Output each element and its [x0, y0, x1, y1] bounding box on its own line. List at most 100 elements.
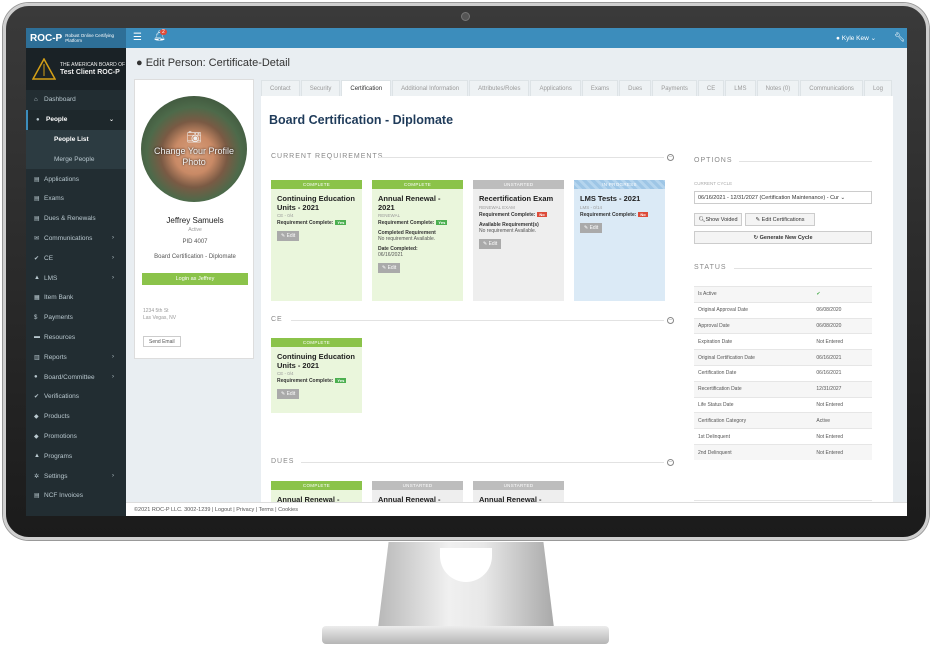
sidebar-item-dues-renewals[interactable]: ▤ Dues & Renewals [26, 209, 126, 229]
hamburger-menu-icon[interactable]: ☰ [133, 32, 142, 43]
tag-icon: ◆ [34, 433, 39, 440]
user-menu[interactable]: ● Kyle Kew ⌄ [836, 34, 876, 42]
cube-icon: ◆ [34, 414, 39, 421]
logo-text: ROC-P [30, 32, 63, 44]
sidebar-item-promotions[interactable]: ◆ Promotions [26, 427, 126, 447]
sidebar-item-applications[interactable]: ▤ Applications [26, 169, 126, 189]
status-field-value: ✔ [812, 286, 872, 303]
status-field-value: Not Entered [812, 443, 872, 461]
requirement-type: RENEWAL EXAM [479, 204, 515, 210]
generate-cycle-button[interactable]: ↻ Generate New Cycle [694, 231, 872, 244]
tab-contact[interactable]: Contact [261, 80, 300, 96]
cap-icon: ▲ [34, 275, 40, 282]
edit-button[interactable]: ✎ Edit [277, 231, 300, 241]
sidebar-item-communications[interactable]: ✉ Communications › [26, 229, 126, 249]
sidebar-item-verifications[interactable]: ✔ Verifications [26, 387, 126, 407]
collapse-icon[interactable]: – [667, 154, 674, 161]
sidebar-item-resources[interactable]: ▬ Resources [26, 328, 126, 348]
sidebar-item-label: CE [44, 254, 54, 262]
tab-log[interactable]: Log [863, 80, 892, 96]
sidebar-item-label: Programs [44, 452, 73, 460]
send-email-button[interactable]: Send Email [143, 336, 181, 347]
no-badge: No [638, 211, 648, 217]
sidebar-item-dashboard[interactable]: ⌂ Dashboard [26, 90, 126, 110]
sidebar-item-people-list[interactable]: People List [26, 129, 126, 150]
requirement-status-badge: COMPLETE [271, 481, 362, 490]
certification-panel: Board Certification - Diplomate CURRENT … [261, 96, 893, 516]
tab-additional-information[interactable]: Additional Information [392, 80, 469, 96]
tab-notes-0-[interactable]: Notes (0) [756, 80, 800, 96]
notifications-bell-icon[interactable]: 🔔︎ 2 [153, 29, 167, 42]
requirement-type: RENEWAL [378, 213, 401, 218]
tab-dues[interactable]: Dues [619, 80, 652, 96]
tab-lms[interactable]: LMS [725, 80, 756, 96]
edit-button[interactable]: ✎ Edit [277, 389, 300, 399]
tab-attributes-roles[interactable]: Attributes/Roles [469, 80, 530, 96]
tab-payments[interactable]: Payments [652, 80, 697, 96]
status-field-value: Active [812, 412, 872, 429]
collapse-icon[interactable]: – [667, 317, 674, 324]
sidebar-item-ncf-invoices[interactable]: ▤ NCF Invoices [26, 486, 126, 506]
cap-icon: ▲ [34, 453, 40, 460]
requirement-complete-label: Requirement Complete: Yes [378, 220, 457, 226]
sidebar-item-programs[interactable]: ▲ Programs [26, 446, 126, 466]
edit-label: Edit [286, 233, 296, 239]
org-name: THE AMERICAN BOARD OF Test Client ROC-P [60, 62, 125, 76]
tab-exams[interactable]: Exams [581, 80, 619, 96]
sidebar-item-exams[interactable]: ▤ Exams [26, 189, 126, 209]
requirement-status-badge: COMPLETE [372, 180, 463, 189]
sidebar-item-lms[interactable]: ▲ LMS › [26, 268, 126, 288]
bank-icon: ▦ [34, 295, 40, 302]
tab-communications[interactable]: Communications [800, 80, 863, 96]
no-badge: No [537, 211, 547, 217]
requirement-status-badge: UNSTARTED [473, 180, 564, 189]
user-name: Kyle Kew [841, 35, 869, 42]
person-status: Active [188, 227, 202, 233]
sidebar-item-board-committee[interactable]: ● Board/Committee › [26, 367, 126, 387]
sidebar-item-products[interactable]: ◆ Products [26, 407, 126, 427]
status-field-value: Not Entered [812, 428, 872, 445]
tab-applications[interactable]: Applications [530, 80, 581, 96]
file-icon: ▤ [34, 176, 40, 183]
wrench-icon[interactable]: 🔧︎ [894, 32, 905, 43]
requirement-name: Annual Renewal - 2021 [378, 194, 441, 212]
requirement-name: Continuing Education Units - 2021 [277, 352, 355, 370]
section-current-requirements: CURRENT REQUIREMENTS [271, 153, 384, 160]
edit-button[interactable]: ✎ Edit [479, 238, 502, 249]
edit-label: Edit [387, 265, 397, 271]
requirement-type: CE - 0/4 [277, 371, 294, 376]
divider [291, 320, 664, 321]
status-field-value: 06/08/2020 [812, 317, 872, 334]
yes-badge: Yes [335, 378, 347, 383]
sidebar-item-settings[interactable]: ✲ Settings › [26, 466, 126, 486]
tab-certification[interactable]: Certification [341, 80, 392, 96]
org-logo-icon [32, 58, 56, 80]
sidebar-item-reports[interactable]: ▥ Reports › [26, 347, 126, 367]
webcam [461, 12, 470, 21]
cycle-select[interactable]: 06/16/2021 - 12/31/2027 (Certification M… [694, 191, 872, 204]
status-row: 2nd Delinquent Not Entered [694, 443, 872, 461]
sidebar-item-label: Settings [44, 472, 68, 480]
login-as-button[interactable]: Login as Jeffrey [142, 273, 248, 285]
sidebar-item-people[interactable]: ● People ⌄ [26, 109, 126, 130]
collapse-icon[interactable]: – [667, 459, 674, 466]
show-voided-button[interactable]: 🔍︎Show Voided [694, 213, 742, 226]
requirement-body: Recertification Exam RENEWAL EXAM Requirem… [473, 189, 564, 301]
sidebar-item-merge-people[interactable]: Merge People [26, 149, 126, 170]
status-table: Is Active ✔ Original Approval Date 06/08/20… [694, 286, 872, 461]
divider [379, 157, 664, 158]
sidebar-item-ce[interactable]: ✔ CE › [26, 248, 126, 268]
app-logo[interactable]: ROC-P Robust Online Certifying Platform [26, 28, 126, 48]
status-field-value: Not Entered [812, 333, 872, 350]
tab-security[interactable]: Security [300, 80, 341, 96]
sidebar-item-item-bank[interactable]: ▦ Item Bank [26, 288, 126, 308]
status-row: Certification Category Active [694, 412, 872, 429]
status-field-label: Certification Category [694, 412, 813, 429]
edit-button[interactable]: ✎ Edit [378, 263, 401, 273]
edit-certifications-button[interactable]: ✎ Edit Certifications [745, 213, 815, 226]
profile-photo[interactable]: 📷︎ Change Your Profile Photo [141, 96, 247, 202]
sidebar-item-payments[interactable]: $ Payments [26, 308, 126, 328]
requirement-status-badge: IN PROGRESS [574, 180, 665, 189]
edit-button[interactable]: ✎ Edit [580, 222, 603, 233]
tab-ce[interactable]: CE [697, 80, 725, 96]
